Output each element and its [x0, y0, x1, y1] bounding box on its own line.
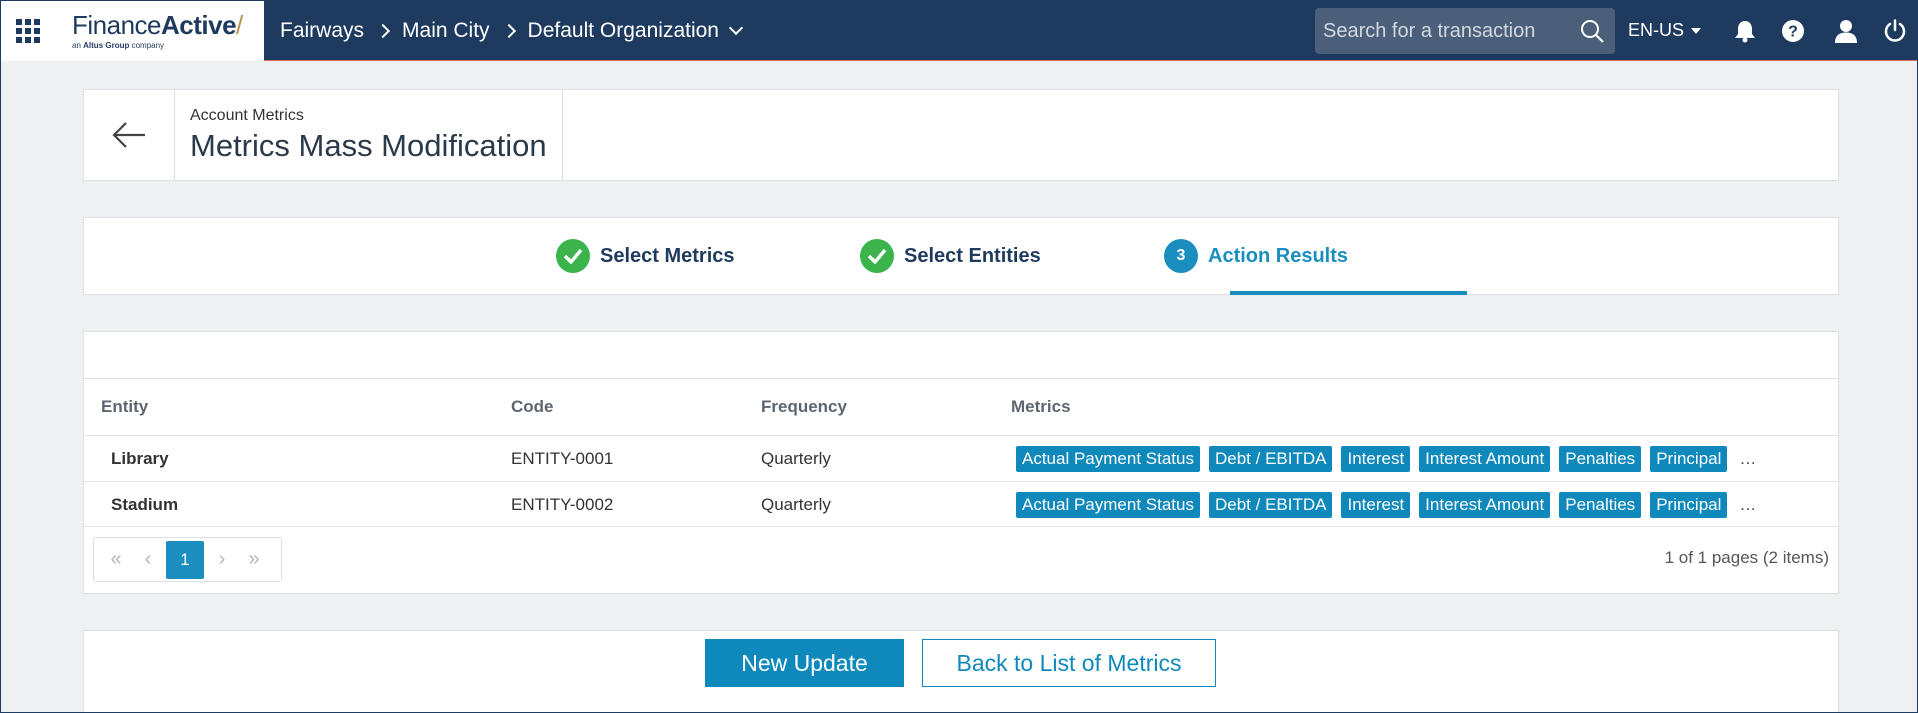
- arrow-left-icon: [112, 122, 145, 148]
- active-step-indicator: [1230, 291, 1467, 295]
- step-number: 3: [1164, 239, 1198, 273]
- pagination: « ‹ 1 › »: [93, 537, 282, 582]
- svg-text:?: ?: [1788, 24, 1798, 41]
- last-page-icon[interactable]: »: [238, 542, 270, 578]
- wizard-steps: Select Metrics Select Entities 3 Action …: [83, 217, 1839, 295]
- power-icon[interactable]: [1881, 17, 1909, 45]
- pagination-info: 1 of 1 pages (2 items): [1664, 548, 1829, 567]
- prev-page-icon[interactable]: ‹: [132, 542, 164, 578]
- metric-tag: Debt / EBITDA: [1208, 445, 1333, 472]
- metric-tag: Debt / EBITDA: [1208, 491, 1333, 518]
- logo-tagline-prefix: an: [72, 41, 81, 50]
- more-metrics-ellipsis[interactable]: …: [1739, 449, 1756, 469]
- column-header-code[interactable]: Code: [511, 397, 554, 417]
- search-icon[interactable]: [1579, 18, 1605, 49]
- table-row[interactable]: Stadium ENTITY-0002 Quarterly Actual Pay…: [84, 481, 1838, 527]
- logo-tagline-brand: Altus Group: [83, 41, 130, 50]
- caret-down-icon: [1691, 27, 1702, 34]
- table-row[interactable]: Library ENTITY-0001 Quarterly Actual Pay…: [84, 435, 1838, 481]
- entity-cell: Library: [111, 448, 169, 468]
- column-header-entity[interactable]: Entity: [101, 397, 148, 417]
- check-circle-icon: [860, 239, 894, 273]
- page-title: Metrics Mass Modification: [190, 128, 547, 163]
- metric-tag: Interest Amount: [1419, 491, 1551, 518]
- logo-slash-icon: /: [236, 10, 243, 40]
- apps-grid-icon: [16, 18, 40, 43]
- frequency-cell: Quarterly: [761, 494, 831, 514]
- column-header-frequency[interactable]: Frequency: [761, 397, 847, 417]
- bell-icon[interactable]: [1731, 17, 1759, 45]
- metric-tag: Principal: [1650, 491, 1728, 518]
- language-label: EN-US: [1628, 20, 1685, 40]
- metric-tag: Interest: [1341, 445, 1411, 472]
- language-selector[interactable]: EN-US: [1628, 0, 1702, 61]
- page-header-card: Account Metrics Metrics Mass Modificatio…: [83, 89, 1839, 181]
- metric-tag: Actual Payment Status: [1016, 445, 1200, 472]
- more-metrics-ellipsis[interactable]: …: [1739, 495, 1756, 515]
- apps-menu-button[interactable]: [0, 0, 56, 61]
- logo[interactable]: FinanceActive/ an Altus Group company: [56, 0, 264, 61]
- search-box: [1315, 8, 1615, 54]
- table-toolbar: [84, 332, 1838, 379]
- chevron-down-icon[interactable]: [728, 20, 744, 35]
- new-update-button[interactable]: New Update: [705, 639, 904, 687]
- breadcrumb-item-fairways[interactable]: Fairways: [280, 19, 364, 43]
- top-bar: FinanceActive/ an Altus Group company Fa…: [0, 0, 1918, 61]
- code-cell: ENTITY-0001: [511, 448, 614, 468]
- back-to-list-button[interactable]: Back to List of Metrics: [922, 639, 1216, 687]
- metrics-cell: Actual Payment Status Debt / EBITDA Inte…: [1016, 482, 1756, 527]
- metric-tag: Interest Amount: [1419, 445, 1551, 472]
- entity-cell: Stadium: [111, 494, 179, 514]
- check-circle-icon: [556, 239, 590, 273]
- help-icon[interactable]: ?: [1779, 17, 1807, 45]
- frequency-cell: Quarterly: [761, 448, 831, 468]
- step-select-entities[interactable]: Select Entities: [860, 218, 1041, 294]
- logo-tagline-suffix: company: [131, 41, 165, 50]
- action-bar: New Update Back to List of Metrics: [83, 630, 1839, 713]
- metric-tag: Actual Payment Status: [1016, 491, 1200, 518]
- step-select-metrics[interactable]: Select Metrics: [556, 218, 735, 294]
- logo-name-light: Finance: [72, 10, 162, 40]
- next-page-icon[interactable]: ›: [206, 542, 238, 578]
- logo-name-bold: Active: [161, 10, 237, 40]
- breadcrumb-item-organization[interactable]: Default Organization: [528, 19, 719, 43]
- column-header-metrics[interactable]: Metrics: [1011, 397, 1071, 417]
- metrics-cell: Actual Payment Status Debt / EBITDA Inte…: [1016, 436, 1756, 481]
- page-number-button[interactable]: 1: [166, 540, 204, 579]
- metric-tag: Penalties: [1559, 445, 1642, 472]
- user-icon[interactable]: [1832, 17, 1860, 45]
- code-cell: ENTITY-0002: [511, 494, 614, 514]
- metric-tag: Penalties: [1559, 491, 1642, 518]
- page-title-block: Account Metrics Metrics Mass Modificatio…: [175, 90, 563, 180]
- step-label: Select Entities: [904, 244, 1041, 267]
- first-page-icon[interactable]: «: [100, 542, 132, 578]
- results-table: Entity Code Frequency Metrics Library EN…: [83, 331, 1839, 594]
- metric-tag: Interest: [1341, 491, 1411, 518]
- step-label: Action Results: [1208, 244, 1349, 267]
- breadcrumb-item-main-city[interactable]: Main City: [402, 19, 490, 43]
- back-button[interactable]: [84, 90, 175, 180]
- chevron-right-icon: [375, 23, 391, 38]
- chevron-right-icon: [501, 23, 516, 38]
- breadcrumb: Fairways Main City Default Organization: [280, 0, 744, 61]
- metric-tag: Principal: [1650, 445, 1728, 472]
- step-action-results[interactable]: 3 Action Results: [1164, 218, 1348, 294]
- search-input[interactable]: [1315, 19, 1565, 43]
- step-label: Select Metrics: [600, 244, 735, 267]
- page-subtitle: Account Metrics: [190, 107, 304, 124]
